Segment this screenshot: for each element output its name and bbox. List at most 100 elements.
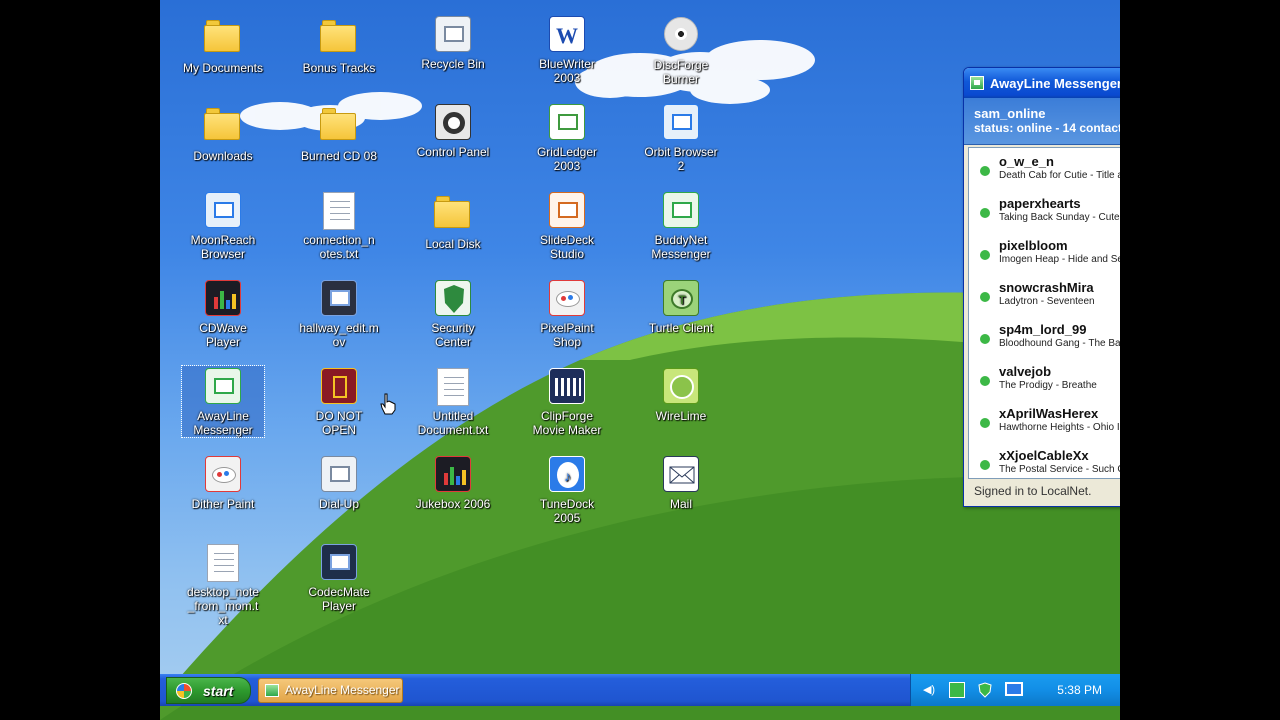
desktop-icon-my-documents[interactable]: My Documents [182, 14, 264, 75]
desktop-icon-moonreach-browser[interactable]: MoonReach Browser [182, 190, 264, 261]
contact-now-playing: Hawthorne Heights - Ohio Is For Lovers [999, 422, 1120, 433]
desktop-icon-label: Downloads [193, 149, 253, 163]
desktop-icon-turtle-client[interactable]: T Turtle Client [640, 278, 722, 335]
messenger-icon [265, 684, 279, 697]
desktop-icon-connection-notes-txt[interactable]: connection_n otes.txt [298, 190, 380, 261]
online-status-icon [980, 250, 990, 260]
desktop-icon-label: SlideDeck Studio [539, 233, 595, 261]
desktop-icon-wirelime[interactable]: WireLime [640, 366, 722, 423]
desktop-icon-slidedeck-studio[interactable]: SlideDeck Studio [526, 190, 608, 261]
desktop-icon-cdwave-player[interactable]: CDWave Player [182, 278, 264, 349]
desktop-icon-awayline-messenger[interactable]: AwayLine Messenger [181, 365, 265, 438]
desktop-icon-label: Dither Paint [191, 497, 255, 511]
desktop-icon-gridledger-2003[interactable]: GridLedger 2003 [526, 102, 608, 173]
desktop-icon-label: connection_n otes.txt [303, 233, 375, 261]
desktop-icon-label: Dial-Up [318, 497, 359, 511]
desktop-icon-local-disk[interactable]: Local Disk [412, 190, 494, 251]
contact-name: xXjoelCableXx [999, 448, 1089, 463]
contact-row[interactable]: xAprilWasHerex Hawthorne Heights - Ohio I… [969, 400, 1120, 442]
desktop-icon-bluewriter-2003[interactable]: W BlueWriter 2003 [526, 14, 608, 85]
desktop-icon-label: Turtle Client [648, 321, 714, 335]
music-icon: ♪ [548, 456, 586, 494]
folder-icon [434, 196, 472, 234]
gear-icon [434, 104, 472, 142]
desktop-icon-label: TuneDock 2005 [539, 497, 595, 525]
system-tray: ◀) 5:38 PM [910, 674, 1120, 706]
text-file-icon [434, 368, 472, 406]
contact-row[interactable]: o_w_e_nDeath Cab for Cutie - Title and R… [969, 148, 1120, 190]
taskbar-button-messenger[interactable]: AwayLine Messenger [258, 678, 403, 703]
contact-now-playing: Bloodhound Gang - The Bad Touch [999, 338, 1120, 349]
desktop-icon-hallway-edit-mov[interactable]: hallway_edit.mov [298, 278, 380, 349]
desktop-icon-do-not-open[interactable]: DO NOT OPEN [298, 366, 380, 437]
messenger-tray-icon[interactable] [949, 682, 965, 698]
desktop-icon-mail[interactable]: Mail [640, 454, 722, 511]
desktop-icon-untitled-document-txt[interactable]: Untitled Document.txt [412, 366, 494, 437]
text-file-icon [204, 544, 242, 582]
online-status-icon [980, 376, 990, 386]
start-button[interactable]: start [166, 677, 251, 704]
title-bar[interactable]: AwayLine Messenger – □ ✕ [964, 68, 1120, 98]
desktop-icon-jukebox-2006[interactable]: Jukebox 2006 [412, 454, 494, 511]
desktop-icon-label: My Documents [182, 61, 264, 75]
desktop-icon-label: AwayLine Messenger [193, 409, 253, 437]
desktop-icon-label: DiscForge Burner [653, 58, 709, 86]
desktop-icon-clipforge-movie-maker[interactable]: ClipForge Movie Maker [526, 366, 608, 437]
contact-row[interactable]: pixelbloomImogen Heap - Hide and Seek [969, 232, 1120, 274]
shield-icon[interactable] [977, 682, 993, 698]
profile-header: sam_online status: online - 14 contacts [964, 98, 1120, 145]
desktop-icon-tunedock-2005[interactable]: ♪ TuneDock 2005 [526, 454, 608, 525]
desktop-icon-burned-cd-08[interactable]: Burned CD 08 [298, 102, 380, 163]
palette-icon [204, 456, 242, 494]
contact-row[interactable]: sp4m_lord_99Bloodhound Gang - The Bad To… [969, 316, 1120, 358]
messenger-window[interactable]: AwayLine Messenger – □ ✕ sam_online stat… [963, 67, 1120, 507]
contact-row[interactable]: snowcrashMira Ladytron - Seventeen [969, 274, 1120, 316]
online-status-icon [980, 208, 990, 218]
spreadsheet-icon [548, 104, 586, 142]
contact-name: pixelbloom [999, 238, 1068, 253]
contact-name: o_w_e_n [999, 154, 1054, 169]
messenger-icon [662, 192, 700, 230]
desktop-icon-label: Untitled Document.txt [417, 409, 489, 437]
clock: 5:38 PM [1057, 683, 1102, 697]
desktop-icon-control-panel[interactable]: Control Panel [412, 102, 494, 159]
contact-now-playing: Ladytron - Seventeen [999, 296, 1095, 307]
volume-icon[interactable]: ◀) [921, 682, 937, 698]
network-icon[interactable] [1005, 682, 1023, 696]
contact-list[interactable]: o_w_e_nDeath Cab for Cutie - Title and R… [968, 147, 1120, 479]
contact-row[interactable]: paperxheartsTaking Back Sunday - Cute Wi… [969, 190, 1120, 232]
folder-icon [320, 108, 358, 146]
contact-row[interactable]: valvejob The Prodigy - Breathe [969, 358, 1120, 400]
online-status-icon [980, 334, 990, 344]
desktop-icon-security-center[interactable]: Security Center [412, 278, 494, 349]
desktop-icon-buddynet-messenger[interactable]: BuddyNet Messenger [640, 190, 722, 261]
desktop-icon-downloads[interactable]: Downloads [182, 102, 264, 163]
desktop-icon-bonus-tracks[interactable]: Bonus Tracks [298, 14, 380, 75]
desktop-icon-codecmate-player[interactable]: CodecMate Player [298, 542, 380, 613]
online-status-icon [980, 292, 990, 302]
contact-now-playing: Taking Back Sunday - Cute Without the E [999, 212, 1120, 223]
palette-icon [548, 280, 586, 318]
desktop-icon-discforge-burner[interactable]: DiscForge Burner [640, 14, 722, 86]
contact-name: paperxhearts [999, 196, 1081, 211]
desktop-icon-recycle-bin[interactable]: Recycle Bin [412, 14, 494, 71]
status-footer: Signed in to LocalNet. [974, 484, 1092, 498]
desktop-icon-dial-up[interactable]: Dial-Up [298, 454, 380, 511]
desktop-icon-label: Control Panel [416, 145, 490, 159]
contact-row[interactable]: xXjoelCableXxThe Postal Service - Such G… [969, 442, 1120, 478]
desktop-icon-dither-paint[interactable]: Dither Paint [182, 454, 264, 511]
desktop-icon-label: CDWave Player [199, 321, 247, 349]
word-processor-icon: W [548, 16, 586, 54]
desktop-icon-label: Local Disk [425, 237, 481, 251]
desktop-icon-label: desktop_note _from_mom.t xt [186, 585, 260, 627]
text-file-icon [320, 192, 358, 230]
mail-icon [662, 456, 700, 494]
contact-name: valvejob [999, 364, 1052, 379]
desktop-icon-label: Orbit Browser 2 [644, 145, 718, 173]
desktop-icon-desktop-note-from-mom-txt[interactable]: desktop_note _from_mom.t xt [182, 542, 264, 627]
shield-icon [434, 280, 472, 318]
desktop-icon-label: PixelPaint Shop [540, 321, 594, 349]
desktop-icon-pixelpaint-shop[interactable]: PixelPaint Shop [526, 278, 608, 349]
desktop-icon-orbit-browser-2[interactable]: Orbit Browser 2 [640, 102, 722, 173]
desktop[interactable]: My Documents Bonus Tracks Recycle Bin W Blue… [160, 0, 1120, 720]
